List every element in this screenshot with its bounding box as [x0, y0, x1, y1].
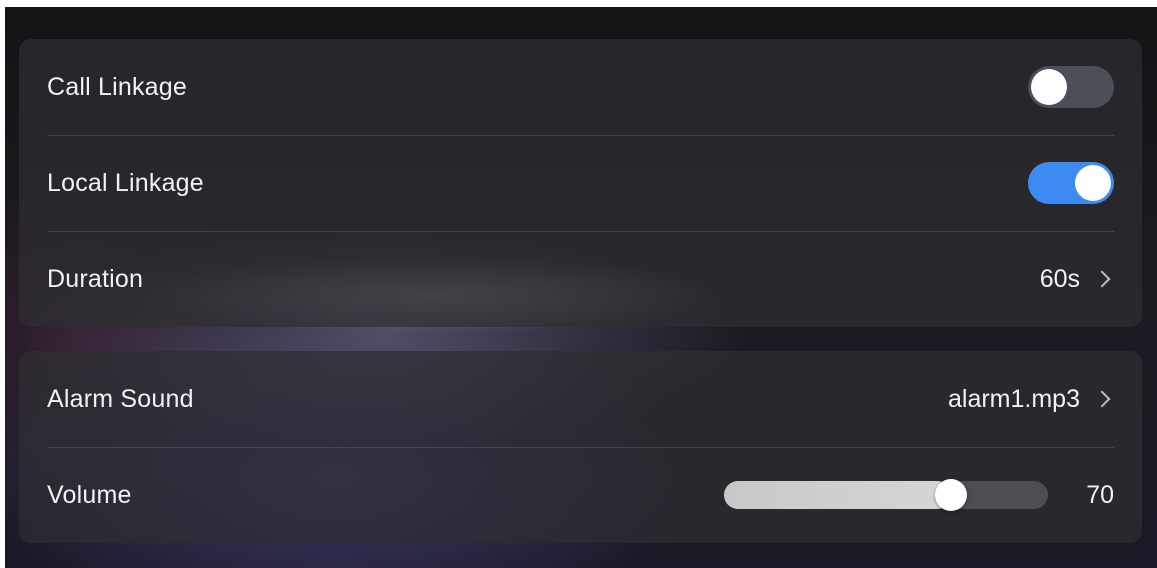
- settings-screen: Call Linkage Local Linkage Duration 60s …: [5, 7, 1157, 568]
- call-linkage-label: Call Linkage: [47, 72, 187, 101]
- linkage-card: Call Linkage Local Linkage Duration 60s: [19, 39, 1142, 327]
- volume-slider-fill: [724, 481, 951, 509]
- volume-slider[interactable]: [724, 479, 1048, 511]
- local-linkage-toggle[interactable]: [1028, 162, 1114, 204]
- volume-value: 70: [1086, 480, 1114, 509]
- volume-row: Volume 70: [19, 447, 1142, 543]
- alarm-sound-value: alarm1.mp3: [948, 384, 1080, 413]
- toggle-knob: [1075, 165, 1111, 201]
- alarm-sound-selector[interactable]: alarm1.mp3: [948, 385, 1114, 414]
- duration-row[interactable]: Duration 60s: [19, 231, 1142, 327]
- volume-control: 70: [724, 479, 1114, 511]
- duration-label: Duration: [47, 264, 144, 293]
- duration-value: 60s: [1039, 264, 1080, 293]
- chevron-right-icon: [1093, 270, 1111, 288]
- alarm-sound-label: Alarm Sound: [47, 384, 194, 413]
- chevron-right-icon: [1093, 390, 1111, 408]
- alarm-sound-row[interactable]: Alarm Sound alarm1.mp3: [19, 351, 1142, 447]
- volume-slider-thumb[interactable]: [934, 479, 967, 511]
- volume-label: Volume: [47, 480, 132, 509]
- call-linkage-toggle[interactable]: [1028, 66, 1114, 108]
- toggle-knob: [1031, 69, 1067, 105]
- duration-selector[interactable]: 60s: [1040, 265, 1114, 294]
- call-linkage-row[interactable]: Call Linkage: [19, 39, 1142, 135]
- local-linkage-label: Local Linkage: [47, 168, 204, 197]
- sound-card: Alarm Sound alarm1.mp3 Volume 70: [19, 351, 1142, 543]
- local-linkage-row[interactable]: Local Linkage: [19, 135, 1142, 231]
